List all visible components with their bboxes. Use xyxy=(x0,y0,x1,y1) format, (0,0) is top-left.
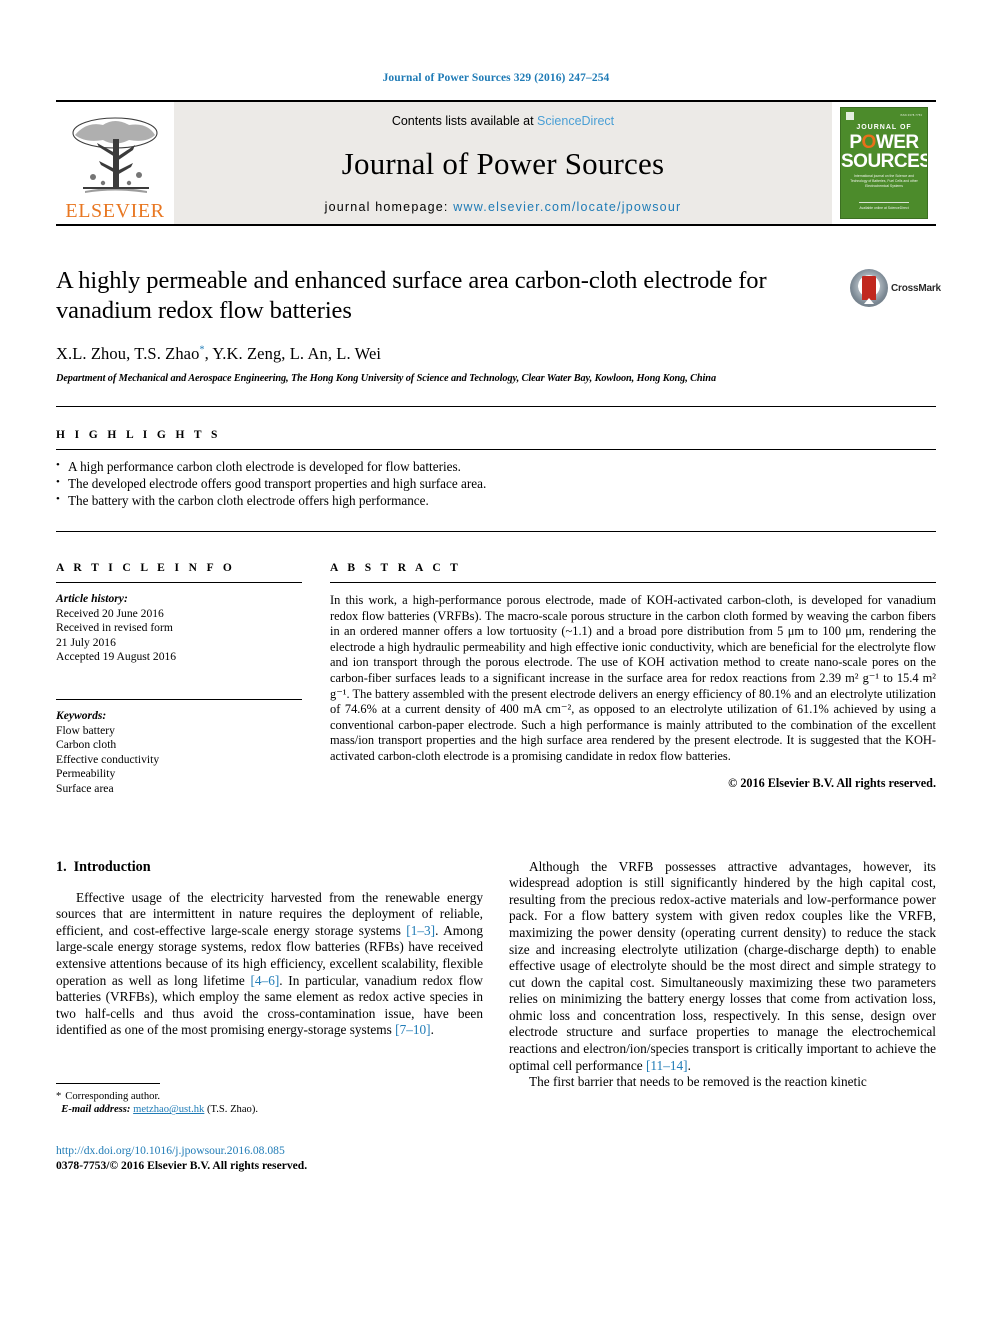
citation-ref[interactable]: [7–10] xyxy=(395,1022,430,1037)
article-info-rule xyxy=(56,582,302,583)
divider-above-highlights xyxy=(56,406,936,407)
divider-above-abstract xyxy=(56,531,936,532)
highlights-list: A high performance carbon cloth electrod… xyxy=(56,457,936,509)
abstract-heading: A B S T R A C T xyxy=(330,562,462,574)
abstract-column: A B S T R A C T In this work, a high-per… xyxy=(330,562,936,797)
article-info-column: A R T I C L E I N F O Article history: R… xyxy=(56,562,302,797)
keywords-block: Keywords: Flow battery Carbon cloth Effe… xyxy=(56,709,302,797)
cover-issn-text: ISSN 0378-7753 xyxy=(900,114,922,117)
cover-line-journal-of: JOURNAL OF xyxy=(856,124,912,131)
info-and-abstract: A R T I C L E I N F O Article history: R… xyxy=(56,562,936,797)
doi-link[interactable]: http://dx.doi.org/10.1016/j.jpowsour.201… xyxy=(56,1143,483,1158)
abstract-rule xyxy=(330,582,936,583)
cover-footer: Available online at ScienceDirect xyxy=(859,202,909,210)
cover-line-power: POWER xyxy=(841,133,927,152)
title-block: A highly permeable and enhanced surface … xyxy=(56,266,941,326)
cover-power-post: WER xyxy=(875,132,919,153)
abstract-copyright: © 2016 Elsevier B.V. All rights reserved… xyxy=(728,775,936,790)
intro-text-d: . xyxy=(430,1022,434,1038)
keyword-item: Surface area xyxy=(56,781,114,795)
corresponding-author-line: * Corresponding author. xyxy=(56,1090,483,1103)
history-line: 21 July 2016 xyxy=(56,635,116,649)
citation-ref[interactable]: [4–6] xyxy=(250,973,279,988)
corresponding-author-label: Corresponding author. xyxy=(65,1090,161,1102)
highlights-rule xyxy=(56,449,936,450)
article-title: A highly permeable and enhanced surface … xyxy=(56,267,767,324)
article-history-label: Article history: xyxy=(56,592,128,605)
email-line: E-mail address: metzhao@ust.hk (T.S. Zha… xyxy=(56,1103,483,1116)
list-item: The developed electrode offers good tran… xyxy=(56,474,936,492)
article-info-heading: A R T I C L E I N F O xyxy=(56,562,236,574)
section-heading-text: Introduction xyxy=(73,858,151,875)
corresponding-author-footnote: * Corresponding author. E-mail address: m… xyxy=(56,1090,483,1117)
cover-line-sources: SOURCES xyxy=(841,151,928,172)
running-head: Journal of Power Sources 329 (2016) 247–… xyxy=(382,72,610,84)
intro-right-text-b: . xyxy=(687,1057,691,1073)
crossmark-book-shape xyxy=(862,276,876,304)
doi-block: http://dx.doi.org/10.1016/j.jpowsour.201… xyxy=(56,1143,483,1173)
highlights-heading: H I G H L I G H T S xyxy=(56,429,221,441)
keywords-rule xyxy=(56,698,302,700)
elsevier-tree-icon xyxy=(72,117,158,193)
cover-elsevier-mark-icon xyxy=(846,111,854,120)
authors-main: X.L. Zhou, T.S. Zhao xyxy=(56,344,200,363)
footnote-rule xyxy=(56,1082,160,1084)
masthead-center: Contents lists available at ScienceDirec… xyxy=(174,102,832,224)
sciencedirect-link[interactable]: ScienceDirect xyxy=(537,114,614,128)
body-columns: 1. Introduction Effective usage of the el… xyxy=(56,859,936,1173)
cover-power-o: O xyxy=(861,132,877,153)
journal-cover-thumbnail: ISSN 0378-7753 JOURNAL OF POWER SOURCES … xyxy=(832,102,936,224)
history-line: Received in revised form xyxy=(56,621,173,635)
citation-ref[interactable]: [11–14] xyxy=(646,1058,688,1073)
cover-topbar: ISSN 0378-7753 xyxy=(846,111,922,120)
keyword-item: Permeability xyxy=(56,767,116,781)
journal-homepage-line: journal homepage: www.elsevier.com/locat… xyxy=(325,200,682,214)
keyword-item: Flow battery xyxy=(56,723,115,737)
list-item: The battery with the carbon cloth electr… xyxy=(56,491,936,509)
citation-ref[interactable]: [1–3] xyxy=(406,923,435,938)
contents-prefix: Contents lists available at xyxy=(391,114,538,128)
elsevier-logo: ELSEVIER xyxy=(56,102,174,224)
crossmark-badge[interactable]: CrossMark xyxy=(850,268,941,308)
footnote-star: * xyxy=(56,1090,62,1102)
intro-paragraph-left: Effective usage of the electricity harve… xyxy=(56,890,483,1039)
journal-title: Journal of Power Sources xyxy=(341,146,665,181)
cover-blurb: International journal on the Science and… xyxy=(850,174,918,188)
body-column-left: 1. Introduction Effective usage of the el… xyxy=(56,859,483,1173)
email-owner: (T.S. Zhao). xyxy=(207,1104,259,1116)
issn-copyright-line: 0378-7753/© 2016 Elsevier B.V. All right… xyxy=(56,1158,308,1172)
keyword-item: Effective conductivity xyxy=(56,752,160,766)
intro-right-text-a: Although the VRFB possesses attractive a… xyxy=(509,858,936,1073)
author-list: X.L. Zhou, T.S. Zhao*, Y.K. Zeng, L. An,… xyxy=(56,344,936,364)
email-label: E-mail address: xyxy=(61,1104,131,1116)
journal-homepage-link[interactable]: www.elsevier.com/locate/jpowsour xyxy=(453,200,681,214)
article-history-block: Article history: Received 20 June 2016 R… xyxy=(56,592,302,665)
contents-available-line: Contents lists available at ScienceDirec… xyxy=(392,114,614,128)
journal-masthead: ELSEVIER Contents lists available at Sci… xyxy=(56,100,936,226)
crossmark-icon xyxy=(850,269,888,307)
highlights-section: H I G H L I G H T S A high performance c… xyxy=(56,429,936,509)
affiliation: Department of Mechanical and Aerospace E… xyxy=(56,373,716,384)
homepage-prefix: journal homepage: xyxy=(324,200,454,214)
keywords-label: Keywords: xyxy=(56,708,107,722)
history-line: Received 20 June 2016 xyxy=(56,606,164,620)
email-link[interactable]: metzhao@ust.hk xyxy=(133,1104,204,1115)
elsevier-wordmark: ELSEVIER xyxy=(65,200,165,222)
cover-power-pre: P xyxy=(849,132,862,153)
list-item: A high performance carbon cloth electrod… xyxy=(56,457,936,475)
paper-page: Journal of Power Sources 329 (2016) 247–… xyxy=(0,0,992,1323)
history-line: Accepted 19 August 2016 xyxy=(56,650,177,664)
section-title-introduction: 1. Introduction xyxy=(56,859,483,876)
body-column-right: Although the VRFB possesses attractive a… xyxy=(509,859,936,1173)
crossmark-label: CrossMark xyxy=(891,282,941,294)
abstract-text: In this work, a high-performance porous … xyxy=(330,593,936,763)
section-number: 1. xyxy=(56,858,67,875)
keyword-item: Carbon cloth xyxy=(56,738,117,752)
authors-rest: , Y.K. Zeng, L. An, L. Wei xyxy=(204,344,382,363)
intro-paragraph-right-2: The first barrier that needs to be remov… xyxy=(529,1074,867,1090)
journal-cover: ISSN 0378-7753 JOURNAL OF POWER SOURCES … xyxy=(840,107,928,219)
intro-paragraph-right-1: Although the VRFB possesses attractive a… xyxy=(509,859,936,1075)
